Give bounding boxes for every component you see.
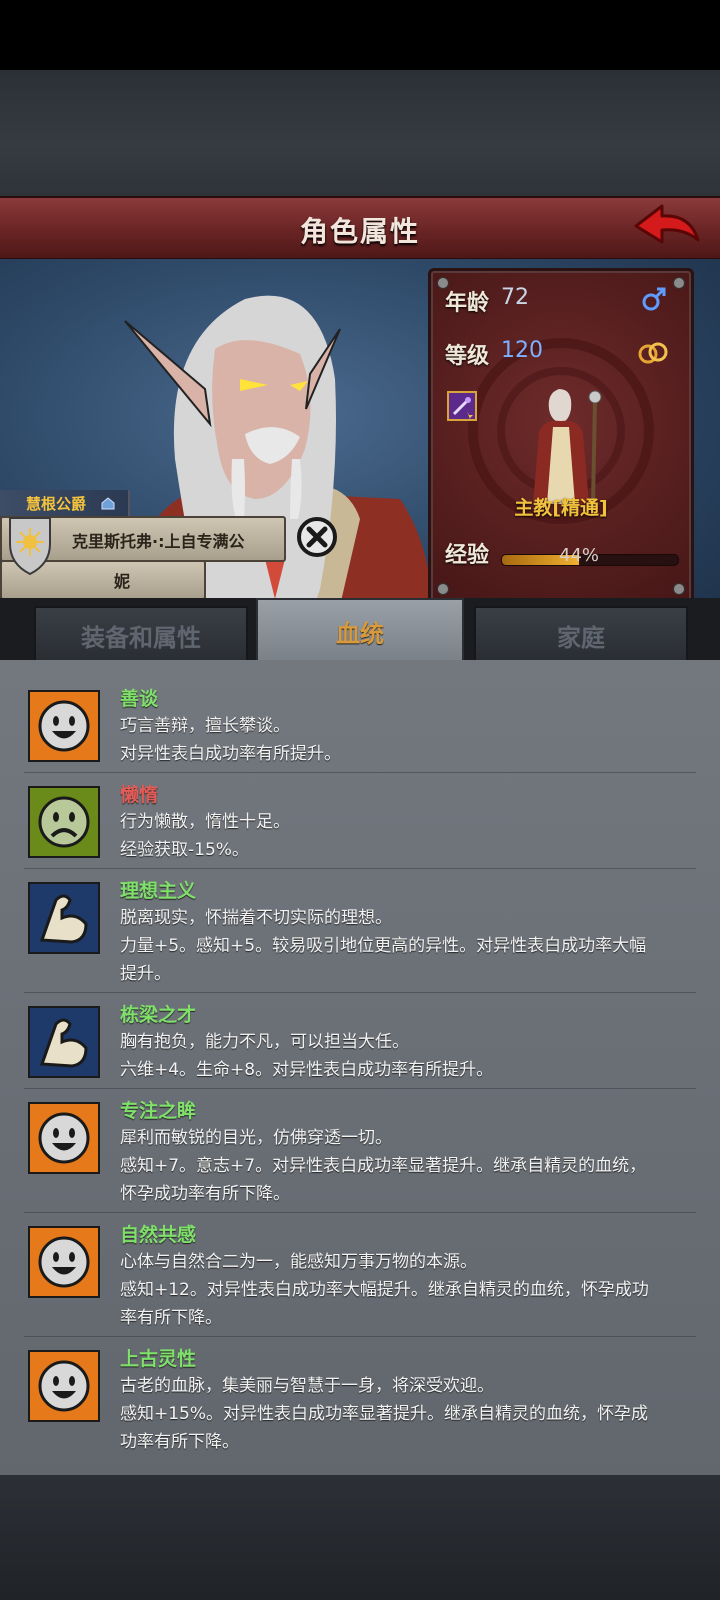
divider xyxy=(24,992,696,993)
stone-footer xyxy=(0,1475,720,1600)
heraldic-shield-icon xyxy=(9,517,51,576)
trait-name: 上古灵性 xyxy=(120,1348,197,1370)
trait-list[interactable]: 善谈 巧言善辩，擅长攀谈。 对异性表白成功率有所提升。 懒惰 行为懒散，惰性十足… xyxy=(0,660,720,1475)
house-label[interactable]: 慧根公爵 xyxy=(0,490,130,516)
back-arrow-icon[interactable] xyxy=(632,200,702,252)
bishop-figure-icon xyxy=(533,389,602,505)
close-icon[interactable] xyxy=(296,516,338,558)
tab-bar: 装备和属性 血统 家庭 xyxy=(0,598,720,662)
rings-icon xyxy=(638,342,668,364)
house-icon xyxy=(101,497,115,510)
title-banner: 角色属性 xyxy=(0,196,720,261)
divider xyxy=(24,1088,696,1089)
exp-label: 经验 xyxy=(445,543,490,568)
skill-wand-icon[interactable] xyxy=(447,391,477,421)
trait-description: 胸有抱负，能力不凡，可以担当大任。 六维+4。生命+8。对异性表白成功率有所提升… xyxy=(120,1032,494,1080)
sad-face-icon xyxy=(28,786,100,858)
tab-bloodline[interactable]: 血统 xyxy=(256,598,464,662)
rivet xyxy=(673,583,685,595)
exp-percent: 44% xyxy=(559,545,600,566)
tab-family[interactable]: 家庭 xyxy=(474,606,688,662)
trait-description: 古老的血脉，集美丽与智慧于一身，将深受欢迎。 感知+15%。对异性表白成功率显著… xyxy=(120,1376,649,1452)
divider xyxy=(24,772,696,773)
muscle-arm-icon xyxy=(28,882,100,954)
trait-name: 专注之眸 xyxy=(120,1100,197,1122)
status-bar xyxy=(0,0,720,70)
divider xyxy=(24,868,696,869)
house-name: 慧根公爵 xyxy=(26,495,87,513)
tab-bloodline-label: 血统 xyxy=(336,620,384,648)
smile-face-icon xyxy=(28,1350,100,1422)
trait-description: 心体与自然合二为一，能感知万事万物的本源。 感知+12。对异性表白成功率大幅提升… xyxy=(120,1252,649,1328)
age-label: 年龄 xyxy=(445,291,490,316)
trait-description: 犀利而敏锐的目光，仿佛穿透一切。 感知+7。意志+7。对异性表白成功率显著提升。… xyxy=(120,1128,647,1204)
smile-face-icon xyxy=(28,690,100,762)
trait-description: 脱离现实，怀揣着不切实际的理想。 力量+5。感知+5。较易吸引地位更高的异性。对… xyxy=(120,908,647,984)
tab-family-label: 家庭 xyxy=(557,624,605,652)
stone-background xyxy=(0,70,720,196)
trait-name: 自然共感 xyxy=(120,1224,197,1246)
rivet xyxy=(437,583,449,595)
character-name: 克里斯托弗·:上自专满公 xyxy=(72,532,245,551)
smile-face-icon xyxy=(28,1226,100,1298)
male-icon xyxy=(642,287,666,311)
tab-equipment-label: 装备和属性 xyxy=(81,624,201,652)
trait-name: 理想主义 xyxy=(120,880,197,902)
divider xyxy=(24,1212,696,1213)
divider xyxy=(24,1336,696,1337)
tab-equipment[interactable]: 装备和属性 xyxy=(34,606,248,662)
trait-description: 行为懒散，惰性十足。 经验获取-15%。 xyxy=(120,812,290,860)
rank-title: 主教[精通] xyxy=(514,497,608,519)
smile-face-icon xyxy=(28,1102,100,1174)
muscle-arm-icon xyxy=(28,1006,100,1078)
level-label: 等级 xyxy=(445,344,490,369)
rivet xyxy=(673,277,685,289)
trait-description: 巧言善辩，擅长攀谈。 对异性表白成功率有所提升。 xyxy=(120,716,341,764)
character-name-cont: 妮 xyxy=(114,572,131,591)
age-value: 72 xyxy=(501,285,529,310)
trait-name: 栋梁之才 xyxy=(120,1004,197,1026)
page-title: 角色属性 xyxy=(299,215,420,248)
level-value: 120 xyxy=(501,338,543,363)
trait-name: 善谈 xyxy=(120,688,159,710)
trait-name: 懒惰 xyxy=(120,784,159,806)
stats-panel: 年龄 72 等级 120 主教[精通] 经验 44% xyxy=(428,268,694,604)
